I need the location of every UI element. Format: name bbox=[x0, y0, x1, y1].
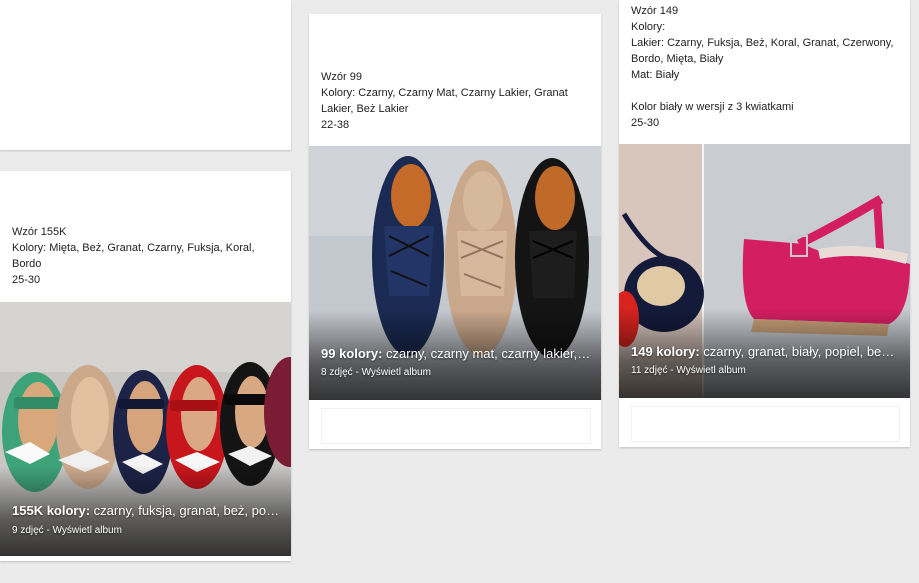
album-card-149: Wzór 149 Kolory: Lakier: Czarny, Fuksja,… bbox=[619, 0, 910, 447]
model-name: Wzór 149 bbox=[631, 5, 679, 17]
album-card-99: Wzór 99 Kolory: Czarny, Czarny Mat, Czar… bbox=[309, 14, 601, 449]
model-sizes: 25-30 bbox=[631, 117, 660, 129]
album-title-rest: czarny, granat, biały, popiel, beż, ... bbox=[699, 344, 900, 359]
model-lacquer-colors: Lakier: Czarny, Fuksja, Beż, Koral, Gran… bbox=[631, 37, 894, 49]
album-title-bold: 99 kolory: bbox=[321, 346, 383, 361]
album-description: Wzór 149 Kolory: Lakier: Czarny, Fuksja,… bbox=[631, 3, 900, 131]
album-photo[interactable]: 155K kolory: czarny, fuksja, granat, beż… bbox=[0, 302, 291, 556]
album-meta: 8 zdjęć - Wyświetl album bbox=[321, 366, 431, 379]
model-name: Wzór 155K bbox=[12, 226, 67, 238]
view-album-link[interactable]: Wyświetl album bbox=[362, 367, 431, 378]
meta-separator: - bbox=[352, 367, 362, 378]
album-footer bbox=[631, 406, 900, 442]
model-name: Wzór 99 bbox=[321, 71, 362, 83]
model-lacquer-colors-cont: Bordo, Mięta, Biały bbox=[631, 53, 724, 65]
view-album-link[interactable]: Wyświetl album bbox=[53, 525, 122, 536]
album-photo[interactable]: 149 kolory: czarny, granat, biały, popie… bbox=[619, 144, 910, 398]
model-colors: Kolory: Czarny, Czarny Mat, Czarny Lakie… bbox=[321, 87, 568, 99]
album-title[interactable]: 149 kolory: czarny, granat, biały, popie… bbox=[631, 344, 900, 360]
album-footer bbox=[321, 408, 591, 444]
model-sizes: 22-38 bbox=[321, 119, 350, 131]
meta-separator: - bbox=[43, 525, 53, 536]
photo-count: 9 zdjęć bbox=[12, 525, 44, 536]
photo-count: 11 zdjęć bbox=[631, 365, 668, 376]
album-title-rest: czarny, czarny mat, czarny lakier, ... bbox=[382, 346, 591, 361]
model-sizes: 25-30 bbox=[12, 274, 41, 286]
album-meta: 11 zdjęć - Wyświetl album bbox=[631, 364, 746, 377]
album-card-155k: Wzór 155K Kolory: Mięta, Beż, Granat, Cz… bbox=[0, 171, 291, 561]
album-title-bold: 149 kolory: bbox=[631, 344, 700, 359]
model-colors-cont: Bordo bbox=[12, 258, 42, 270]
model-colors-label: Kolory: bbox=[631, 21, 666, 33]
album-title-bold: 155K kolory: bbox=[12, 503, 91, 518]
album-photo[interactable]: 99 kolory: czarny, czarny mat, czarny la… bbox=[309, 146, 601, 400]
photo-count: 8 zdjęć bbox=[321, 367, 353, 378]
model-colors-cont: Lakier, Beż Lakier bbox=[321, 103, 409, 115]
empty-card-top-left bbox=[0, 0, 291, 150]
album-meta: 9 zdjęć - Wyświetl album bbox=[12, 524, 122, 537]
model-note: Kolor biały w wersji z 3 kwiatkami bbox=[631, 101, 794, 113]
album-description: Wzór 155K Kolory: Mięta, Beż, Granat, Cz… bbox=[12, 224, 281, 288]
album-title-rest: czarny, fuksja, granat, beż, popi... bbox=[90, 503, 281, 518]
model-colors: Kolory: Mięta, Beż, Granat, Czarny, Fuks… bbox=[12, 242, 255, 254]
view-album-link[interactable]: Wyświetl album bbox=[676, 365, 745, 376]
album-description: Wzór 99 Kolory: Czarny, Czarny Mat, Czar… bbox=[321, 69, 591, 133]
album-title[interactable]: 155K kolory: czarny, fuksja, granat, beż… bbox=[12, 503, 281, 519]
model-matte-colors: Mat: Biały bbox=[631, 69, 680, 81]
album-title[interactable]: 99 kolory: czarny, czarny mat, czarny la… bbox=[321, 346, 591, 362]
